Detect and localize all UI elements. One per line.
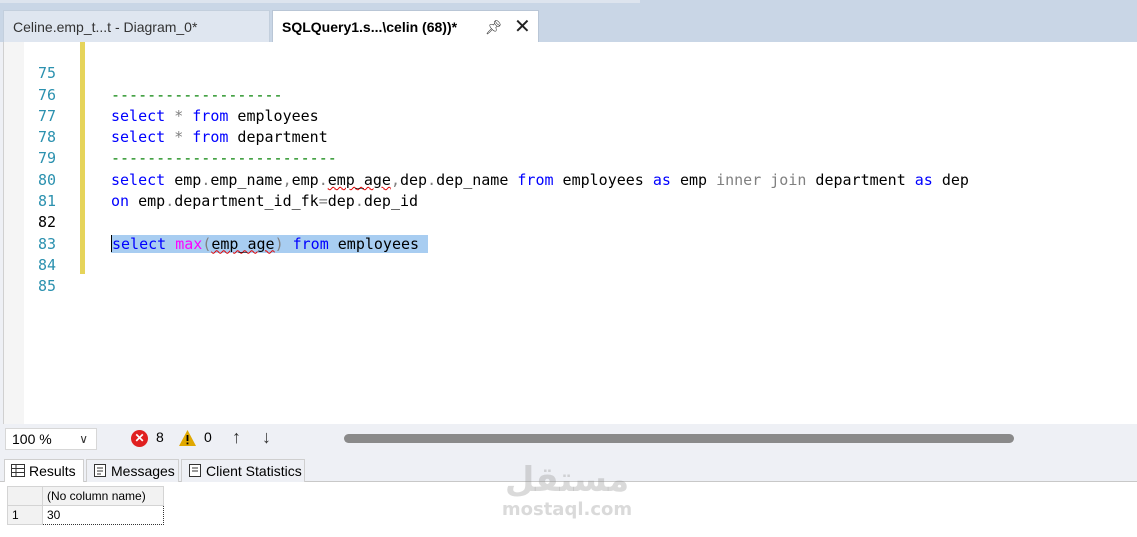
grid-corner-cell[interactable] [7, 486, 43, 506]
error-icon[interactable]: ✕ [131, 430, 148, 447]
tab-strip-top-line [0, 0, 640, 3]
watermark-arabic: مستقل [504, 460, 630, 500]
chevron-down-icon: ∨ [79, 432, 88, 446]
grid-header-row: (No column name) [7, 486, 164, 506]
tab-diagram[interactable]: Celine.emp_t...t - Diagram_0* [3, 10, 270, 42]
editor-line: 80 on emp.department_id_fk=dep.dep_id [4, 149, 1134, 210]
document-tab-strip: Celine.emp_t...t - Diagram_0* SQLQuery1.… [0, 0, 1137, 42]
zoom-value: 100 % [12, 431, 52, 447]
tab-messages[interactable]: Messages [86, 459, 179, 482]
editor-line: 78 ------------------------- [4, 106, 1134, 167]
warning-count[interactable]: 0 [204, 429, 212, 445]
statistics-icon [189, 464, 201, 477]
editor-status-bar: 100 % ∨ ✕ 8 0 ↑ ↓ [0, 424, 1137, 454]
tab-results[interactable]: Results [4, 459, 84, 482]
pin-icon[interactable]: 📌︎ [485, 11, 503, 43]
horizontal-scrollbar[interactable] [344, 434, 1014, 443]
query-editor[interactable]: 75 ------------------- 76 select * from … [3, 42, 1137, 424]
line-number: 85 [37, 277, 56, 296]
tab-client-statistics[interactable]: Client Statistics [181, 459, 305, 482]
close-icon[interactable]: ✕ [514, 11, 531, 43]
messages-icon [94, 464, 106, 477]
tab-sql-query-label: SQLQuery1.s...\celin (68))* [282, 19, 458, 35]
warning-icon[interactable] [178, 429, 197, 447]
watermark: مستقل mostaql.com [497, 460, 637, 520]
editor-line: 75 ------------------- [4, 42, 1134, 103]
editor-line: 79 select emp.emp_name,emp.emp_age,dep.d… [4, 127, 1134, 188]
editor-line: 83 [4, 212, 1134, 253]
grid-icon [11, 464, 25, 477]
editor-line: 77 select * from department [4, 85, 1134, 146]
arrow-up-icon[interactable]: ↑ [232, 427, 241, 448]
error-count[interactable]: 8 [156, 429, 164, 445]
grid-cell[interactable]: 30 [42, 505, 164, 525]
tab-results-label: Results [29, 463, 76, 479]
table-row: 1 30 [7, 505, 164, 525]
editor-line: 84 [4, 234, 1134, 274]
results-grid: (No column name) 1 30 [7, 486, 164, 525]
editor-line-current: 82 select max(emp_age) from employees [4, 191, 1134, 253]
tab-sql-query[interactable]: SQLQuery1.s...\celin (68))* 📌︎ ✕ [272, 10, 539, 42]
grid-row-number[interactable]: 1 [7, 505, 43, 525]
tab-messages-label: Messages [111, 463, 175, 479]
editor-line: 85 [4, 255, 1134, 295]
arrow-down-icon[interactable]: ↓ [262, 427, 271, 448]
editor-line: 76 select * from employees [4, 63, 1134, 125]
grid-column-header[interactable]: (No column name) [42, 486, 164, 506]
tab-client-statistics-label: Client Statistics [206, 463, 302, 479]
zoom-select[interactable]: 100 % ∨ [5, 428, 97, 450]
editor-line: 81 [4, 170, 1134, 210]
watermark-latin: mostaql.com [501, 499, 633, 520]
